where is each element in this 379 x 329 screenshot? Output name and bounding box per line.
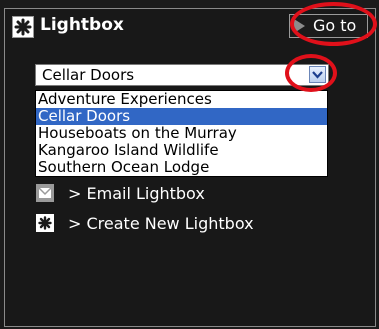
dropdown-option[interactable]: Kangaroo Island Wildlife: [36, 142, 327, 159]
email-lightbox-label: > Email Lightbox: [68, 183, 205, 203]
dropdown-option[interactable]: Adventure Experiences: [36, 91, 327, 108]
lightbox-dropdown-list: Adventure Experiences Cellar Doors House…: [35, 90, 328, 177]
create-lightbox-link[interactable]: > Create New Lightbox: [36, 212, 254, 234]
lightbox-panel: Lightbox Go to Cellar Doors Adventure Ex…: [0, 0, 379, 329]
asterisk-icon: [12, 16, 34, 38]
dropdown-option[interactable]: Southern Ocean Lodge: [36, 159, 327, 176]
lightbox-title: Lightbox: [40, 15, 124, 35]
create-lightbox-label: > Create New Lightbox: [68, 213, 254, 233]
dropdown-option[interactable]: Houseboats on the Murray: [36, 125, 327, 142]
lightbox-select-value: Cellar Doors: [42, 66, 135, 84]
envelope-icon: [36, 184, 54, 202]
email-lightbox-link[interactable]: > Email Lightbox: [36, 182, 205, 204]
dropdown-option-selected[interactable]: Cellar Doors: [36, 108, 327, 125]
goto-highlight-circle: [290, 2, 377, 46]
asterisk-icon: [36, 214, 54, 232]
chevron-highlight-circle: [285, 54, 337, 92]
